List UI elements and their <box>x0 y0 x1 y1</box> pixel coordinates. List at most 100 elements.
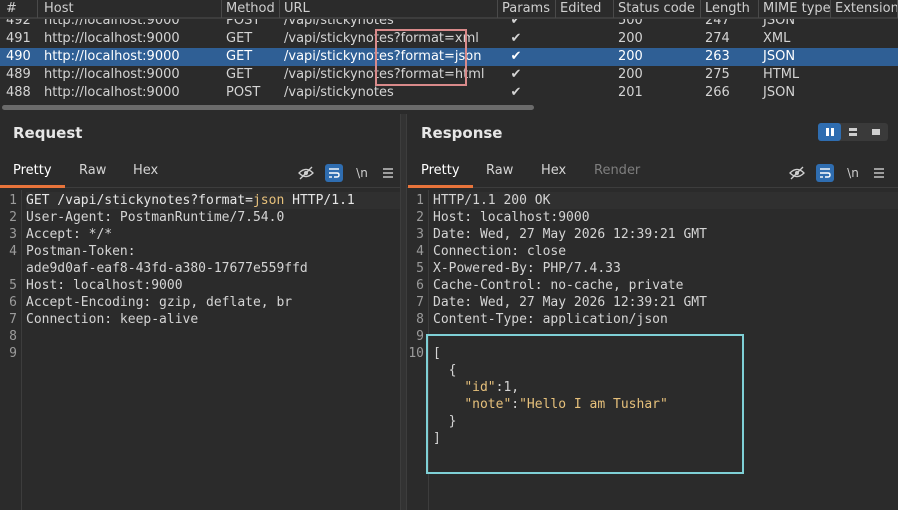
wrap-lines-icon[interactable] <box>816 164 834 182</box>
hide-nonprintable-icon[interactable] <box>788 164 806 182</box>
column-header-id[interactable]: # <box>2 0 38 18</box>
newline-toggle[interactable]: \n <box>844 164 862 182</box>
row-extension <box>831 84 898 102</box>
column-header-params[interactable]: Params <box>498 0 556 18</box>
line-number-gutter: 1 2 3 4 5 6 7 8 9 <box>0 190 22 510</box>
row-params: ✔ <box>498 48 556 66</box>
hide-nonprintable-icon[interactable] <box>297 164 315 182</box>
response-title: Response <box>421 124 503 142</box>
row-length: 266 <box>705 85 730 100</box>
table-row-selected[interactable]: 490 http://localhost:9000 GET /vapi/stic… <box>0 48 898 66</box>
table-row[interactable]: 491 http://localhost:9000 GET /vapi/stic… <box>0 30 898 48</box>
response-editor[interactable]: 1 2 3 4 5 6 7 8 9 10 HTTP/1.1 200 OK Hos… <box>407 190 898 510</box>
header-x-powered-by: X-Powered-By: PHP/7.4.33 <box>433 261 621 276</box>
line-number: 2 <box>9 210 17 225</box>
row-host: http://localhost:9000 <box>44 49 180 64</box>
row-status: 201 <box>618 85 643 100</box>
line-number: 6 <box>9 295 17 310</box>
row-edited <box>556 48 614 66</box>
row-method: POST <box>226 85 261 100</box>
request-line-prefix: GET /vapi/stickynotes?format= <box>26 193 253 208</box>
column-header-extension[interactable]: Extension <box>831 0 898 18</box>
row-method: GET <box>226 49 253 64</box>
request-title: Request <box>13 124 83 142</box>
stacked-layout-icon[interactable] <box>841 123 864 141</box>
line-number: 3 <box>9 227 17 242</box>
row-id: 489 <box>6 67 31 82</box>
table-row[interactable]: 489 http://localhost:9000 GET /vapi/stic… <box>0 66 898 84</box>
tab-hex[interactable]: Hex <box>528 158 579 188</box>
json-open-bracket: [ <box>433 346 441 361</box>
table-row[interactable]: 488 http://localhost:9000 POST /vapi/sti… <box>0 84 898 102</box>
column-header-mime-type[interactable]: MIME type <box>759 0 831 18</box>
line-number: 4 <box>416 244 424 259</box>
column-header-edited[interactable]: Edited <box>556 0 614 18</box>
tab-render[interactable]: Render <box>581 158 653 188</box>
column-header-host[interactable]: Host <box>40 0 222 18</box>
header-host: Host: localhost:9000 <box>433 210 590 225</box>
column-header-url[interactable]: URL <box>280 0 498 18</box>
tab-raw[interactable]: Raw <box>473 158 526 188</box>
row-host: http://localhost:9000 <box>44 85 180 100</box>
row-edited <box>556 66 614 84</box>
newline-toggle[interactable]: \n <box>353 164 371 182</box>
wrap-lines-icon[interactable] <box>325 164 343 182</box>
side-by-side-layout-icon[interactable] <box>818 123 842 141</box>
row-extension <box>831 66 898 84</box>
scrollbar-thumb[interactable] <box>2 105 534 110</box>
column-header-status-code[interactable]: Status code <box>614 0 701 18</box>
column-header-method[interactable]: Method <box>222 0 280 18</box>
layout-toggle <box>818 123 888 141</box>
json-value: "Hello I am Tushar" <box>519 397 668 412</box>
json-value: 1 <box>503 380 512 395</box>
header-accept-encoding: Accept-Encoding: gzip, deflate, br <box>26 295 293 310</box>
tabbed-layout-icon[interactable] <box>865 123 888 141</box>
line-number-gutter: 1 2 3 4 5 6 7 8 9 10 <box>407 190 429 510</box>
tab-pretty[interactable]: Pretty <box>408 158 473 188</box>
header-accept: Accept: */* <box>26 227 113 242</box>
response-tabs: Pretty Raw Hex Render \n <box>407 158 898 188</box>
row-edited <box>556 84 614 102</box>
menu-icon[interactable] <box>870 164 888 182</box>
json-field-note: "note":"Hello I am Tushar" <box>464 397 668 412</box>
json-close-bracket: ] <box>433 431 441 446</box>
menu-icon[interactable] <box>379 164 397 182</box>
tab-pretty[interactable]: Pretty <box>0 158 65 188</box>
request-panel: Request Pretty Raw Hex \n 1 2 3 4 5 6 7 … <box>0 114 400 510</box>
request-format-value: json <box>252 193 285 208</box>
header-content-type: Content-Type: application/json <box>433 312 668 327</box>
json-open-brace: { <box>433 363 457 378</box>
row-mime: JSON <box>763 49 796 64</box>
header-date: Date: Wed, 27 May 2026 12:39:21 GMT <box>433 227 707 242</box>
request-protocol: HTTP/1.1 <box>284 193 355 208</box>
history-horizontal-scrollbar[interactable] <box>0 103 898 112</box>
row-status: 200 <box>618 31 643 46</box>
panel-splitter[interactable] <box>400 114 407 510</box>
line-number: 2 <box>416 210 424 225</box>
line-number: 4 <box>9 244 17 259</box>
row-host: http://localhost:9000 <box>44 31 180 46</box>
row-mime: JSON <box>763 85 796 100</box>
check-icon: ✔ <box>510 49 522 64</box>
line-number: 7 <box>9 312 17 327</box>
line-number: 9 <box>9 346 17 361</box>
request-tabs: Pretty Raw Hex \n <box>0 158 400 188</box>
json-key: "id" <box>464 380 496 395</box>
line-number: 10 <box>408 346 424 361</box>
row-length: 275 <box>705 67 730 82</box>
check-icon: ✔ <box>510 31 522 46</box>
tab-hex[interactable]: Hex <box>120 158 171 188</box>
header-user-agent: User-Agent: PostmanRuntime/7.54.0 <box>26 210 285 225</box>
row-length: 274 <box>705 31 730 46</box>
header-postman-token: Postman-Token: <box>26 244 136 259</box>
row-method: GET <box>226 31 253 46</box>
tab-raw[interactable]: Raw <box>66 158 119 188</box>
request-editor[interactable]: 1 2 3 4 5 6 7 8 9 GET /vapi/stickynotes?… <box>0 190 400 510</box>
header-date: Date: Wed, 27 May 2026 12:39:21 GMT <box>433 295 707 310</box>
row-id: 491 <box>6 31 31 46</box>
table-header: # Host Method URL Params Edited Status c… <box>0 0 898 18</box>
status-line: HTTP/1.1 200 OK <box>433 192 898 209</box>
row-status: 200 <box>618 49 643 64</box>
column-header-length[interactable]: Length <box>701 0 759 18</box>
line-number: 1 <box>9 193 17 208</box>
